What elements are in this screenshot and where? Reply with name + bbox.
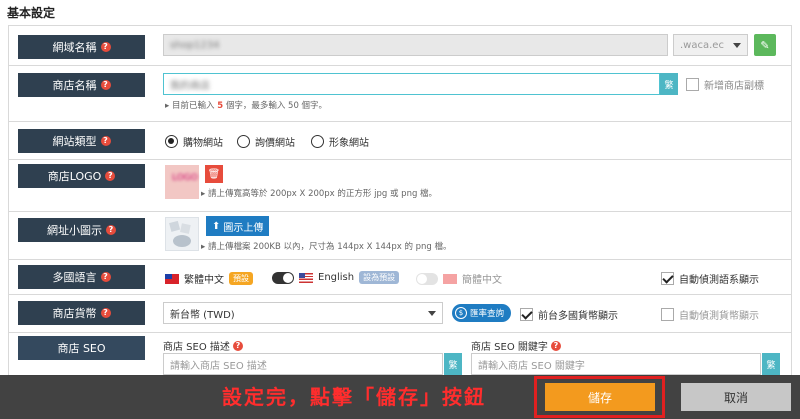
cancel-button[interactable]: 取消 <box>681 383 791 411</box>
save-button[interactable]: 儲存 <box>545 383 655 411</box>
domain-suffix-select[interactable]: .waca.ec <box>673 34 748 56</box>
upload-icon-button[interactable]: ⬆ 圖示上傳 <box>206 216 270 236</box>
radio-inquiry[interactable]: 詢價網站 <box>237 134 295 149</box>
site-type-label: 網站類型? <box>18 129 145 153</box>
seo-desc-label: 商店 SEO 描述? <box>163 338 243 353</box>
taiwan-flag-icon <box>165 273 179 284</box>
logo-hint: ▸ 請上傳寬高等於 200px X 200px 的正方形 jpg 或 png 檔… <box>201 189 438 199</box>
help-icon[interactable]: ? <box>106 225 116 235</box>
auto-detect-lang[interactable]: 自動偵測語系顯示 <box>661 271 759 286</box>
help-icon[interactable]: ? <box>100 80 111 90</box>
coin-icon: $ <box>455 307 467 319</box>
help-icon[interactable]: ? <box>100 42 111 52</box>
help-icon[interactable]: ? <box>550 340 561 351</box>
domain-label: 網域名稱? <box>18 35 145 59</box>
logo-thumbnail[interactable]: LOGO <box>165 165 199 199</box>
seo-desc-lang-button[interactable]: 繁 <box>444 353 462 375</box>
default-badge: 預設 <box>229 272 253 285</box>
radio-button[interactable] <box>165 135 178 148</box>
set-default-button[interactable]: 設為預設 <box>359 271 400 284</box>
upload-icon: ⬆ <box>212 220 221 232</box>
radio-button[interactable] <box>237 135 250 148</box>
cloud-upload-icon <box>169 220 191 247</box>
row-favicon: 網址小圖示? ⬆ 圖示上傳 ▸ 請上傳檔案 200KB 以內，尺寸為 144px … <box>8 211 792 259</box>
subtitle-toggle[interactable]: 新增商店副標 <box>686 77 764 92</box>
lang-en: English 設為預設 <box>272 271 400 284</box>
edit-domain-button[interactable]: ✎ <box>754 34 776 56</box>
seo-keyword-input[interactable]: 請輸入商店 SEO 關鍵字 <box>471 353 761 375</box>
help-icon[interactable]: ? <box>100 308 111 318</box>
multi-currency-option[interactable]: 前台多國貨幣顯示 <box>520 307 618 322</box>
row-currency: 商店貨幣? 新台幣 (TWD) $ 匯率查詢 前台多國貨幣顯示 自動偵測貨幣顯示 <box>8 294 792 332</box>
multi-currency-checkbox[interactable] <box>520 308 533 321</box>
chevron-down-icon <box>428 310 436 316</box>
section-title: 基本設定 <box>7 6 56 20</box>
row-logo: 商店LOGO? LOGO 🗑 ▸ 請上傳寬高等於 200px X 200px 的… <box>8 159 792 211</box>
logo-label: 商店LOGO? <box>18 164 145 188</box>
radio-image[interactable]: 形象網站 <box>311 134 369 149</box>
help-icon[interactable]: ? <box>100 272 111 282</box>
radio-button[interactable] <box>311 135 324 148</box>
us-flag-icon <box>299 272 313 283</box>
trash-icon: 🗑 <box>207 168 221 180</box>
radio-shopping[interactable]: 購物網站 <box>165 134 223 149</box>
row-site-type: 網站類型? 購物網站 詢價網站 形象網站 <box>8 121 792 159</box>
row-seo: 商店 SEO 商店 SEO 描述? 請輸入商店 SEO 描述 繁 商店 SEO … <box>8 332 792 376</box>
auto-detect-currency-checkbox[interactable] <box>661 308 674 321</box>
store-name-hint: ▸ 目前已輸入 5 個字，最多輸入 50 個字。 <box>165 101 328 111</box>
lang-addon-button[interactable]: 繁 <box>660 73 678 95</box>
seo-keyword-lang-button[interactable]: 繁 <box>762 353 780 375</box>
row-store-name: 商店名稱? 我的商店 繁 新增商店副標 ▸ 目前已輸入 5 個字，最多輸入 50… <box>8 65 792 121</box>
bottom-action-bar: 設定完，點擊「儲存」按鈕 儲存 取消 <box>0 375 800 419</box>
seo-desc-input[interactable]: 請輸入商店 SEO 描述 <box>163 353 443 375</box>
lang-zh-cn: 簡體中文 <box>416 271 502 286</box>
favicon-placeholder <box>165 217 199 251</box>
exchange-rate-button[interactable]: $ 匯率查詢 <box>452 304 512 322</box>
toggle-zh-cn[interactable] <box>416 272 438 285</box>
domain-input: shop1234 <box>163 34 668 56</box>
currency-label: 商店貨幣? <box>18 301 145 325</box>
store-name-input[interactable]: 我的商店 <box>163 73 660 95</box>
toggle-en[interactable] <box>272 271 294 284</box>
chevron-down-icon <box>733 42 741 48</box>
delete-logo-button[interactable]: 🗑 <box>205 165 223 183</box>
favicon-label: 網址小圖示? <box>18 218 145 242</box>
auto-detect-currency[interactable]: 自動偵測貨幣顯示 <box>661 307 759 322</box>
row-language: 多國語言? 繁體中文 預設 English 設為預設 簡體中文 自動偵測語系顯示 <box>8 259 792 294</box>
settings-form: 網域名稱? shop1234 .waca.ec ✎ 商店名稱? 我的商店 繁 新… <box>8 25 792 376</box>
store-name-label: 商店名稱? <box>18 73 145 97</box>
instruction-callout: 設定完，點擊「儲存」按鈕 <box>222 385 486 409</box>
page: 基本設定 網域名稱? shop1234 .waca.ec ✎ 商店名稱? 我的商… <box>0 0 800 419</box>
help-icon[interactable]: ? <box>100 136 111 146</box>
language-label: 多國語言? <box>18 265 145 289</box>
row-domain: 網域名稱? shop1234 .waca.ec ✎ <box>8 25 792 65</box>
help-icon[interactable]: ? <box>105 171 116 181</box>
china-flag-icon <box>443 273 457 284</box>
favicon-hint: ▸ 請上傳檔案 200KB 以內，尺寸為 144px X 144px 的 png… <box>201 242 452 252</box>
auto-detect-lang-checkbox[interactable] <box>661 272 674 285</box>
currency-select[interactable]: 新台幣 (TWD) <box>163 302 443 324</box>
subtitle-checkbox[interactable] <box>686 78 699 91</box>
seo-label: 商店 SEO <box>18 336 145 360</box>
help-icon[interactable]: ? <box>232 340 243 351</box>
seo-keyword-label: 商店 SEO 關鍵字? <box>471 338 561 353</box>
lang-zh-tw: 繁體中文 預設 <box>165 271 253 286</box>
